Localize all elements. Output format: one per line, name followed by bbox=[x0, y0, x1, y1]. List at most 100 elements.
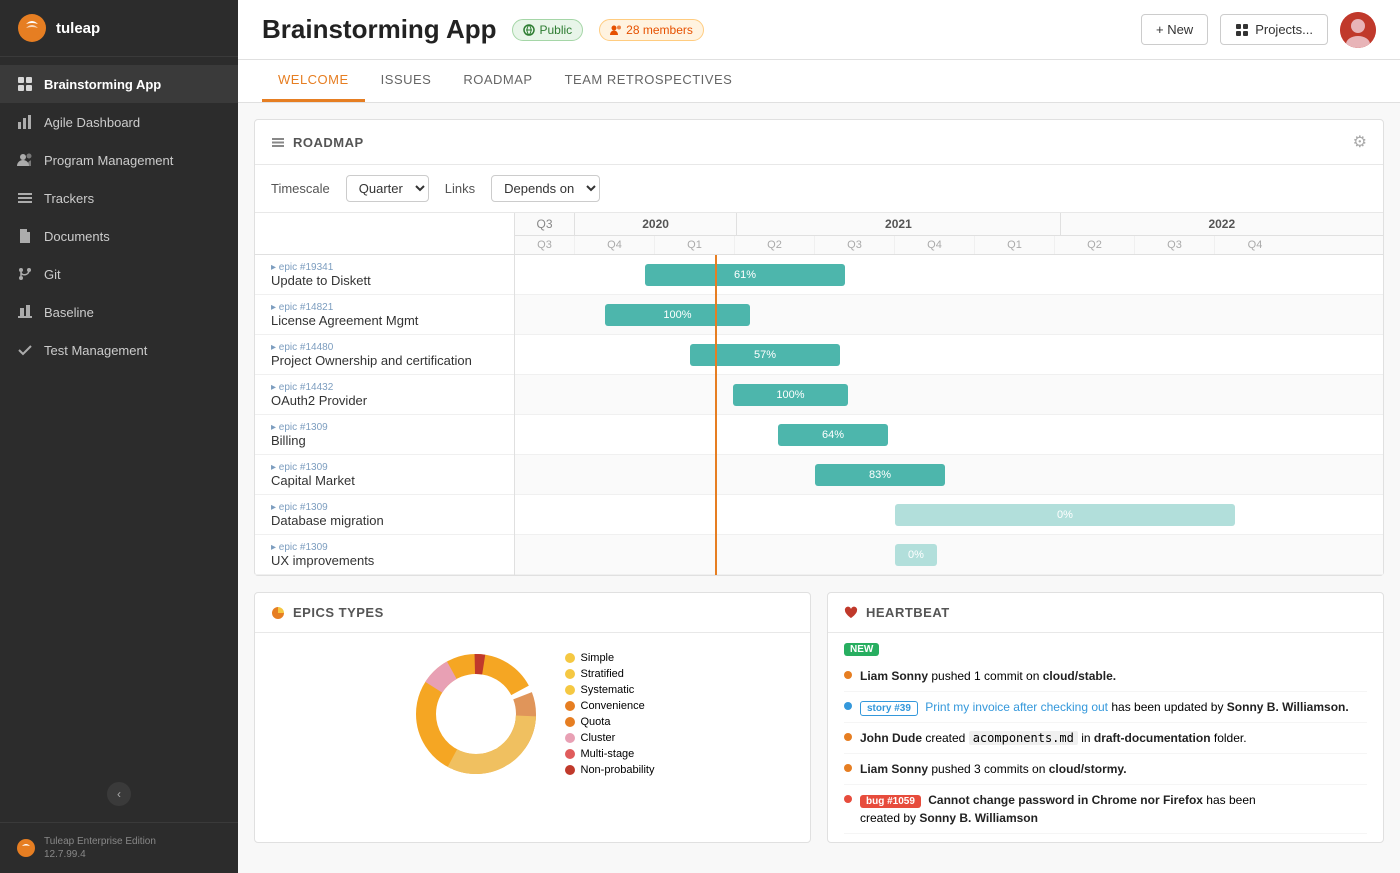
avatar-image bbox=[1340, 12, 1376, 48]
sidebar-item-documents[interactable]: Documents bbox=[0, 217, 238, 255]
gantt-row-1: 100% bbox=[515, 295, 1383, 335]
bar-update-to-diskett[interactable]: 61% bbox=[645, 264, 845, 286]
chart-icon bbox=[16, 113, 34, 131]
story-badge: story #39 bbox=[860, 701, 918, 716]
bar-capital-market[interactable]: 83% bbox=[815, 464, 945, 486]
sidebar-item-label: Test Management bbox=[44, 343, 147, 358]
roadmap-section-title: ROADMAP bbox=[271, 135, 364, 150]
sidebar-collapse-button[interactable]: ‹ bbox=[107, 782, 131, 806]
bar-license-agreement[interactable]: 100% bbox=[605, 304, 750, 326]
q-label: Q3 bbox=[815, 236, 895, 254]
gantt-label-row: ▸ epic #19341 Update to Diskett bbox=[255, 255, 514, 295]
topbar: Brainstorming App Public 28 members + Ne… bbox=[238, 0, 1400, 60]
projects-button[interactable]: Projects... bbox=[1220, 14, 1328, 45]
timescale-select[interactable]: Quarter Month Year bbox=[346, 175, 429, 202]
legend-dot bbox=[565, 701, 575, 711]
avatar[interactable] bbox=[1340, 12, 1376, 48]
sidebar-item-label: Program Management bbox=[44, 153, 173, 168]
roadmap-settings-button[interactable]: ⚙ bbox=[1353, 132, 1367, 152]
members-icon bbox=[610, 24, 622, 36]
legend-label: Non-probability bbox=[581, 764, 655, 776]
gantt-bars-container: 61% 100% 57% 100% bbox=[515, 255, 1383, 575]
tab-team-retrospectives[interactable]: TEAM RETROSPECTIVES bbox=[549, 60, 749, 102]
heartbeat-item-5: bug #1059 Cannot change password in Chro… bbox=[844, 785, 1367, 834]
public-icon bbox=[523, 24, 535, 36]
gantt-label-row: ▸ epic #14432 OAuth2 Provider bbox=[255, 375, 514, 415]
bar-database-migration[interactable]: 0% bbox=[895, 504, 1235, 526]
topbar-right: + New Projects... bbox=[1141, 12, 1376, 48]
legend-dot bbox=[565, 733, 575, 743]
heartbeat-section: HEARTBEAT NEW Liam Sonny pushed 1 commit… bbox=[827, 592, 1384, 843]
new-button[interactable]: + New bbox=[1141, 14, 1208, 45]
badge-public: Public bbox=[512, 19, 583, 41]
legend-dot bbox=[565, 765, 575, 775]
bar-project-ownership[interactable]: 57% bbox=[690, 344, 840, 366]
hb-dot bbox=[844, 764, 852, 772]
gantt-epic-label: ▸ epic #1309 bbox=[271, 542, 502, 553]
bar-oauth2-provider[interactable]: 100% bbox=[733, 384, 848, 406]
grid-icon bbox=[16, 75, 34, 93]
tab-welcome[interactable]: WELCOME bbox=[262, 60, 365, 102]
legend-item-multi-stage: Multi-stage bbox=[565, 748, 655, 760]
projects-icon bbox=[1235, 23, 1249, 37]
heartbeat-icon bbox=[844, 606, 858, 620]
epics-types-header: EPICS TYPES bbox=[255, 593, 810, 633]
legend-item-cluster: Cluster bbox=[565, 732, 655, 744]
bottom-row: EPICS TYPES bbox=[254, 592, 1384, 843]
legend-item-simple: Simple bbox=[565, 652, 655, 664]
sidebar-footer: Tuleap Enterprise Edition 12.7.99.4 bbox=[0, 822, 238, 873]
roadmap-controls: Timescale Quarter Month Year Links Depen… bbox=[255, 165, 1383, 213]
gantt-label-row: ▸ epic #1309 UX improvements bbox=[255, 535, 514, 575]
sidebar-item-git[interactable]: Git bbox=[0, 255, 238, 293]
sidebar-item-baseline[interactable]: Baseline bbox=[0, 293, 238, 331]
gantt-epic-label: ▸ epic #14821 bbox=[271, 302, 502, 313]
legend-label: Multi-stage bbox=[581, 748, 635, 760]
heartbeat-list: NEW Liam Sonny pushed 1 commit on cloud/… bbox=[828, 633, 1383, 842]
legend-item-stratified: Stratified bbox=[565, 668, 655, 680]
bar-billing[interactable]: 64% bbox=[778, 424, 888, 446]
legend-label: Stratified bbox=[581, 668, 624, 680]
legend-label: Simple bbox=[581, 652, 615, 664]
legend-dot bbox=[565, 749, 575, 759]
gantt-epic-label: ▸ epic #14432 bbox=[271, 382, 502, 393]
hb-dot bbox=[844, 702, 852, 710]
gantt-row-3: 100% bbox=[515, 375, 1383, 415]
gantt-row-name: Capital Market bbox=[271, 473, 502, 488]
hb-dot bbox=[844, 795, 852, 803]
links-select[interactable]: Depends on None bbox=[491, 175, 600, 202]
q-label: Q2 bbox=[735, 236, 815, 254]
sidebar-item-brainstorming-app[interactable]: Brainstorming App bbox=[0, 65, 238, 103]
legend-dot bbox=[565, 717, 575, 727]
heartbeat-title: HEARTBEAT bbox=[844, 605, 950, 620]
gantt-label-row: ▸ epic #1309 Billing bbox=[255, 415, 514, 455]
bar-ux-improvements[interactable]: 0% bbox=[895, 544, 937, 566]
tab-issues[interactable]: ISSUES bbox=[365, 60, 448, 102]
tabs: WELCOME ISSUES ROADMAP TEAM RETROSPECTIV… bbox=[238, 60, 1400, 103]
legend-item-systematic: Systematic bbox=[565, 684, 655, 696]
sidebar-item-program-management[interactable]: Program Management bbox=[0, 141, 238, 179]
gantt-row-2: 57% bbox=[515, 335, 1383, 375]
gantt-row-name: OAuth2 Provider bbox=[271, 393, 502, 408]
hb-dot bbox=[844, 671, 852, 679]
tab-roadmap[interactable]: ROADMAP bbox=[447, 60, 548, 102]
q-label: Q1 bbox=[655, 236, 735, 254]
legend-label: Systematic bbox=[581, 684, 635, 696]
legend-dot bbox=[565, 685, 575, 695]
today-line bbox=[715, 255, 717, 575]
gantt-label-row: ▸ epic #1309 Capital Market bbox=[255, 455, 514, 495]
q-label: Q3 bbox=[1135, 236, 1215, 254]
legend-item-convenience: Convenience bbox=[565, 700, 655, 712]
roadmap-section-header: ROADMAP ⚙ bbox=[255, 120, 1383, 165]
list-icon bbox=[16, 189, 34, 207]
sidebar-item-agile-dashboard[interactable]: Agile Dashboard bbox=[0, 103, 238, 141]
new-badge: NEW bbox=[844, 643, 879, 656]
sidebar-item-label: Documents bbox=[44, 229, 110, 244]
sidebar-item-label: Agile Dashboard bbox=[44, 115, 140, 130]
gantt-label-row: ▸ epic #1309 Database migration bbox=[255, 495, 514, 535]
hb-text: story #39 Print my invoice after checkin… bbox=[860, 698, 1349, 716]
gantt-row-5: 83% bbox=[515, 455, 1383, 495]
q-label: Q4 bbox=[1215, 236, 1295, 254]
page-title: Brainstorming App bbox=[262, 14, 496, 45]
sidebar-item-test-management[interactable]: Test Management bbox=[0, 331, 238, 369]
sidebar-item-trackers[interactable]: Trackers bbox=[0, 179, 238, 217]
